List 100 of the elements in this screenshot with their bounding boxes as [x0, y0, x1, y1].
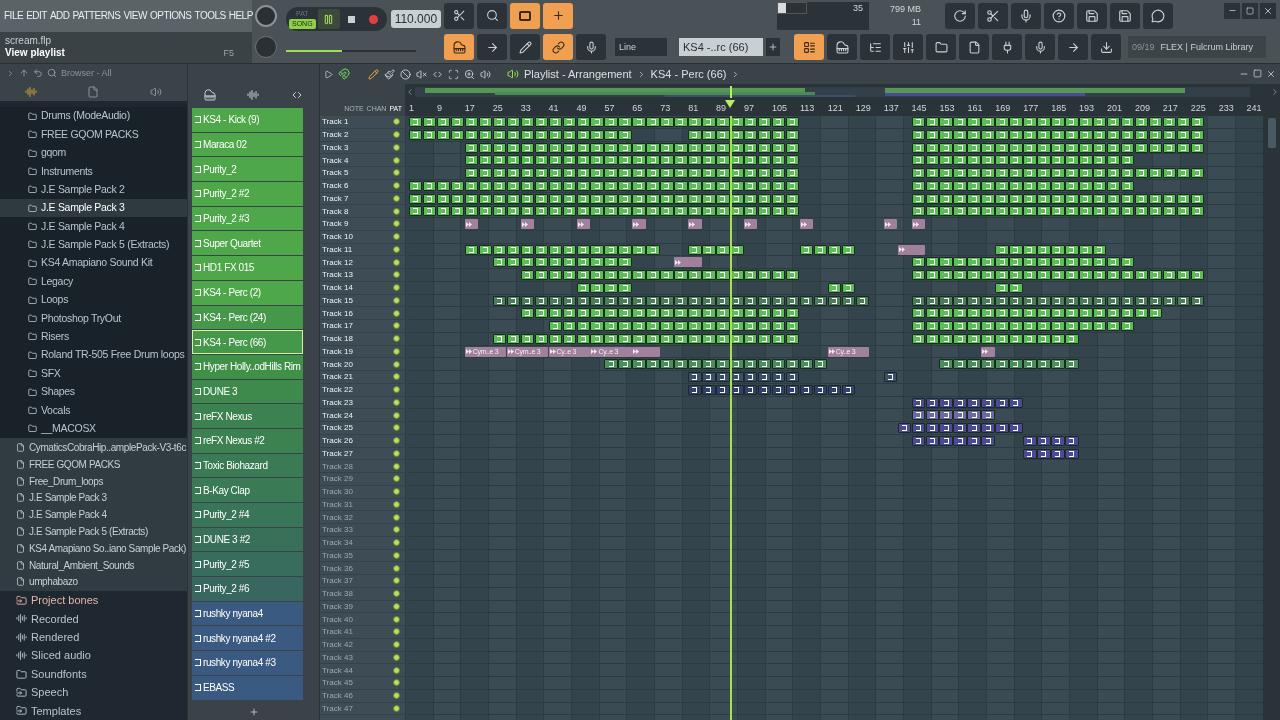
pattern-item[interactable]: rushky nyana4 #3	[192, 651, 303, 675]
menu-item[interactable]: ADD	[49, 8, 70, 24]
pack-label: J.E Sample Pack 5 (Extracts)	[29, 524, 148, 539]
browser-folder[interactable]: gqom	[0, 143, 187, 163]
browser-category[interactable]: Soundfonts	[0, 664, 187, 684]
browser-category[interactable]: Sliced audio	[0, 646, 187, 665]
browser-folder[interactable]: Legacy	[0, 272, 187, 291]
browser-pack[interactable]: J.E Sample Pack 5 (Extracts)	[0, 523, 187, 540]
pattern-item[interactable]: reFX Nexus #2	[192, 428, 303, 453]
browser-folder[interactable]: __MACOSX	[0, 419, 187, 439]
browser-folder[interactable]: J.E Sample Pack 5 (Extracts)	[0, 235, 187, 255]
menu-item[interactable]: FILE	[4, 8, 24, 24]
pattern-title: KS4 - Perc (66)	[650, 66, 727, 82]
browser-folder[interactable]: Loops	[0, 290, 187, 310]
menu-item[interactable]: HELP	[228, 8, 253, 24]
pattern-item[interactable]: reFX Nexus	[192, 404, 303, 428]
track-name: Track 19	[322, 346, 353, 356]
browser-folder[interactable]: KS4 Amapiano Sound Kit	[0, 254, 187, 273]
pattern-name: DUNE 3 #2	[203, 533, 250, 548]
track-name: Track 47	[322, 703, 353, 713]
pattern-item[interactable]: rushky nyana4	[192, 601, 303, 626]
bar-number: 161	[967, 102, 983, 115]
browser-folder[interactable]: J.E Sample Pack 2	[0, 180, 187, 199]
browser-folder[interactable]: Risers	[0, 327, 187, 347]
pattern-item[interactable]: Purity_2 #6	[192, 577, 303, 601]
track-name: Track 1	[322, 117, 349, 127]
bar-number: 225	[1190, 102, 1206, 115]
browser-pack[interactable]: J.E Sample Pack 4	[0, 506, 187, 524]
bar-number: 97	[744, 102, 755, 115]
news-panel[interactable]: 09/19 FLEX | Fulcrum Library	[1128, 36, 1266, 59]
menu-item[interactable]: OPTIONS	[149, 8, 192, 24]
track-name: Track 12	[322, 257, 353, 267]
pattern-item[interactable]: EBASS	[192, 675, 303, 700]
snap-dropdown[interactable]: Line	[615, 38, 667, 57]
browser-pack[interactable]: Free_Drum_loops	[0, 472, 187, 490]
bar-number: 25	[492, 102, 503, 115]
pattern-item[interactable]: DUNE 3	[192, 379, 303, 404]
browser-pack[interactable]: FREE GQOM PACKS	[0, 455, 187, 473]
track-name: Track 15	[322, 295, 353, 305]
track-name: Track 16	[322, 308, 353, 318]
folder-label: Legacy	[41, 273, 74, 289]
pattern-item[interactable]: Toxic Biohazard	[192, 453, 303, 478]
track-name: Track 39	[322, 601, 353, 611]
track-name: Track 20	[322, 359, 353, 369]
pattern-name: KS4 - Perc (66)	[203, 335, 266, 350]
track-name: Track 17	[322, 321, 353, 331]
browser-title: Browser - All	[61, 66, 112, 80]
folder-label: Shapes	[41, 384, 75, 400]
browser-folder[interactable]: J.E Sample Pack 4	[0, 217, 187, 236]
menu-item[interactable]: EDIT	[26, 8, 47, 24]
bar-number: 201	[1107, 102, 1123, 115]
browser-category[interactable]: Speech	[0, 683, 187, 702]
track-name: Track 37	[322, 576, 353, 586]
pattern-name: KS4 - Perc (2)	[203, 286, 261, 301]
track-name: Track 18	[322, 334, 353, 344]
menu-item[interactable]: PATTERNS	[72, 8, 121, 24]
browser-folder[interactable]: Vocals	[0, 401, 187, 420]
browser-pack[interactable]: J.E Sample Pack 3	[0, 489, 187, 507]
track-name: Track 43	[322, 652, 353, 662]
browser-pack[interactable]: umphabazo	[0, 573, 187, 591]
track-name: Track 30	[322, 487, 353, 497]
browser-folder[interactable]: Roland TR-505 Free Drum loops	[0, 346, 187, 365]
folder-label: Loops	[41, 292, 69, 308]
browser-category[interactable]: Rendered	[0, 628, 187, 647]
browser-pack[interactable]: Natural_Ambient_Sounds	[0, 556, 187, 574]
browser-folder[interactable]: FREE GQOM PACKS	[0, 125, 187, 144]
browser-category[interactable]: Templates	[0, 701, 187, 720]
track-name: Track 3	[322, 142, 349, 152]
bar-number: 193	[1079, 102, 1095, 115]
bar-number: 241	[1246, 102, 1262, 115]
news-count: 09/19	[1132, 40, 1155, 54]
tempo-field[interactable]: 110.000	[390, 10, 442, 29]
pattern-item[interactable]: Hyper Holly..odHills Rim	[192, 354, 303, 379]
browser-folder[interactable]: Shapes	[0, 382, 187, 402]
browser-folder[interactable]: Photoshop TryOut	[0, 309, 187, 328]
pattern-name: rushky nyana4 #3	[203, 656, 276, 671]
pattern-item[interactable]: KS4 - Perc (66)	[192, 330, 303, 354]
pattern-selector[interactable]: KS4 -..rc (66)	[679, 38, 763, 57]
pattern-item[interactable]: Purity_2 #5	[192, 552, 303, 577]
browser-category[interactable]: Recorded	[0, 609, 187, 629]
pattern-item[interactable]: B-Kay Clap	[192, 478, 303, 502]
pattern-item[interactable]: Purity_2 #4	[192, 503, 303, 527]
browser-pack[interactable]: KS4 Amapiano So..iano Sample Pack)	[0, 539, 187, 557]
pattern-item[interactable]: KS4 - Perc (24)	[192, 305, 303, 330]
pattern-item[interactable]: rushky nyana4 #2	[192, 626, 303, 651]
browser-folder[interactable]: J.E Sample Pack 3	[0, 199, 187, 218]
browser-folder[interactable]: SFX	[0, 364, 187, 383]
shortcut-text: F5	[223, 46, 234, 60]
menu-item[interactable]: TOOLS	[194, 8, 226, 24]
pattern-item[interactable]: DUNE 3 #2	[192, 527, 303, 552]
browser-category[interactable]: Project bones	[0, 591, 187, 610]
browser-folder[interactable]: Drums (ModeAudio)	[0, 107, 187, 126]
folder-label: J.E Sample Pack 2	[41, 181, 125, 197]
browser-pack[interactable]: CymaticsCobraHip..amplePack-V3-t6c	[0, 439, 187, 456]
folder-label: Risers	[41, 329, 69, 345]
menu-item[interactable]: VIEW	[123, 8, 147, 24]
track-name: Track 8	[322, 206, 349, 216]
pattern-name: KS4 - Perc (24)	[203, 310, 266, 325]
browser-folder[interactable]: Instruments	[0, 162, 187, 181]
folder-label: J.E Sample Pack 5 (Extracts)	[41, 237, 170, 253]
